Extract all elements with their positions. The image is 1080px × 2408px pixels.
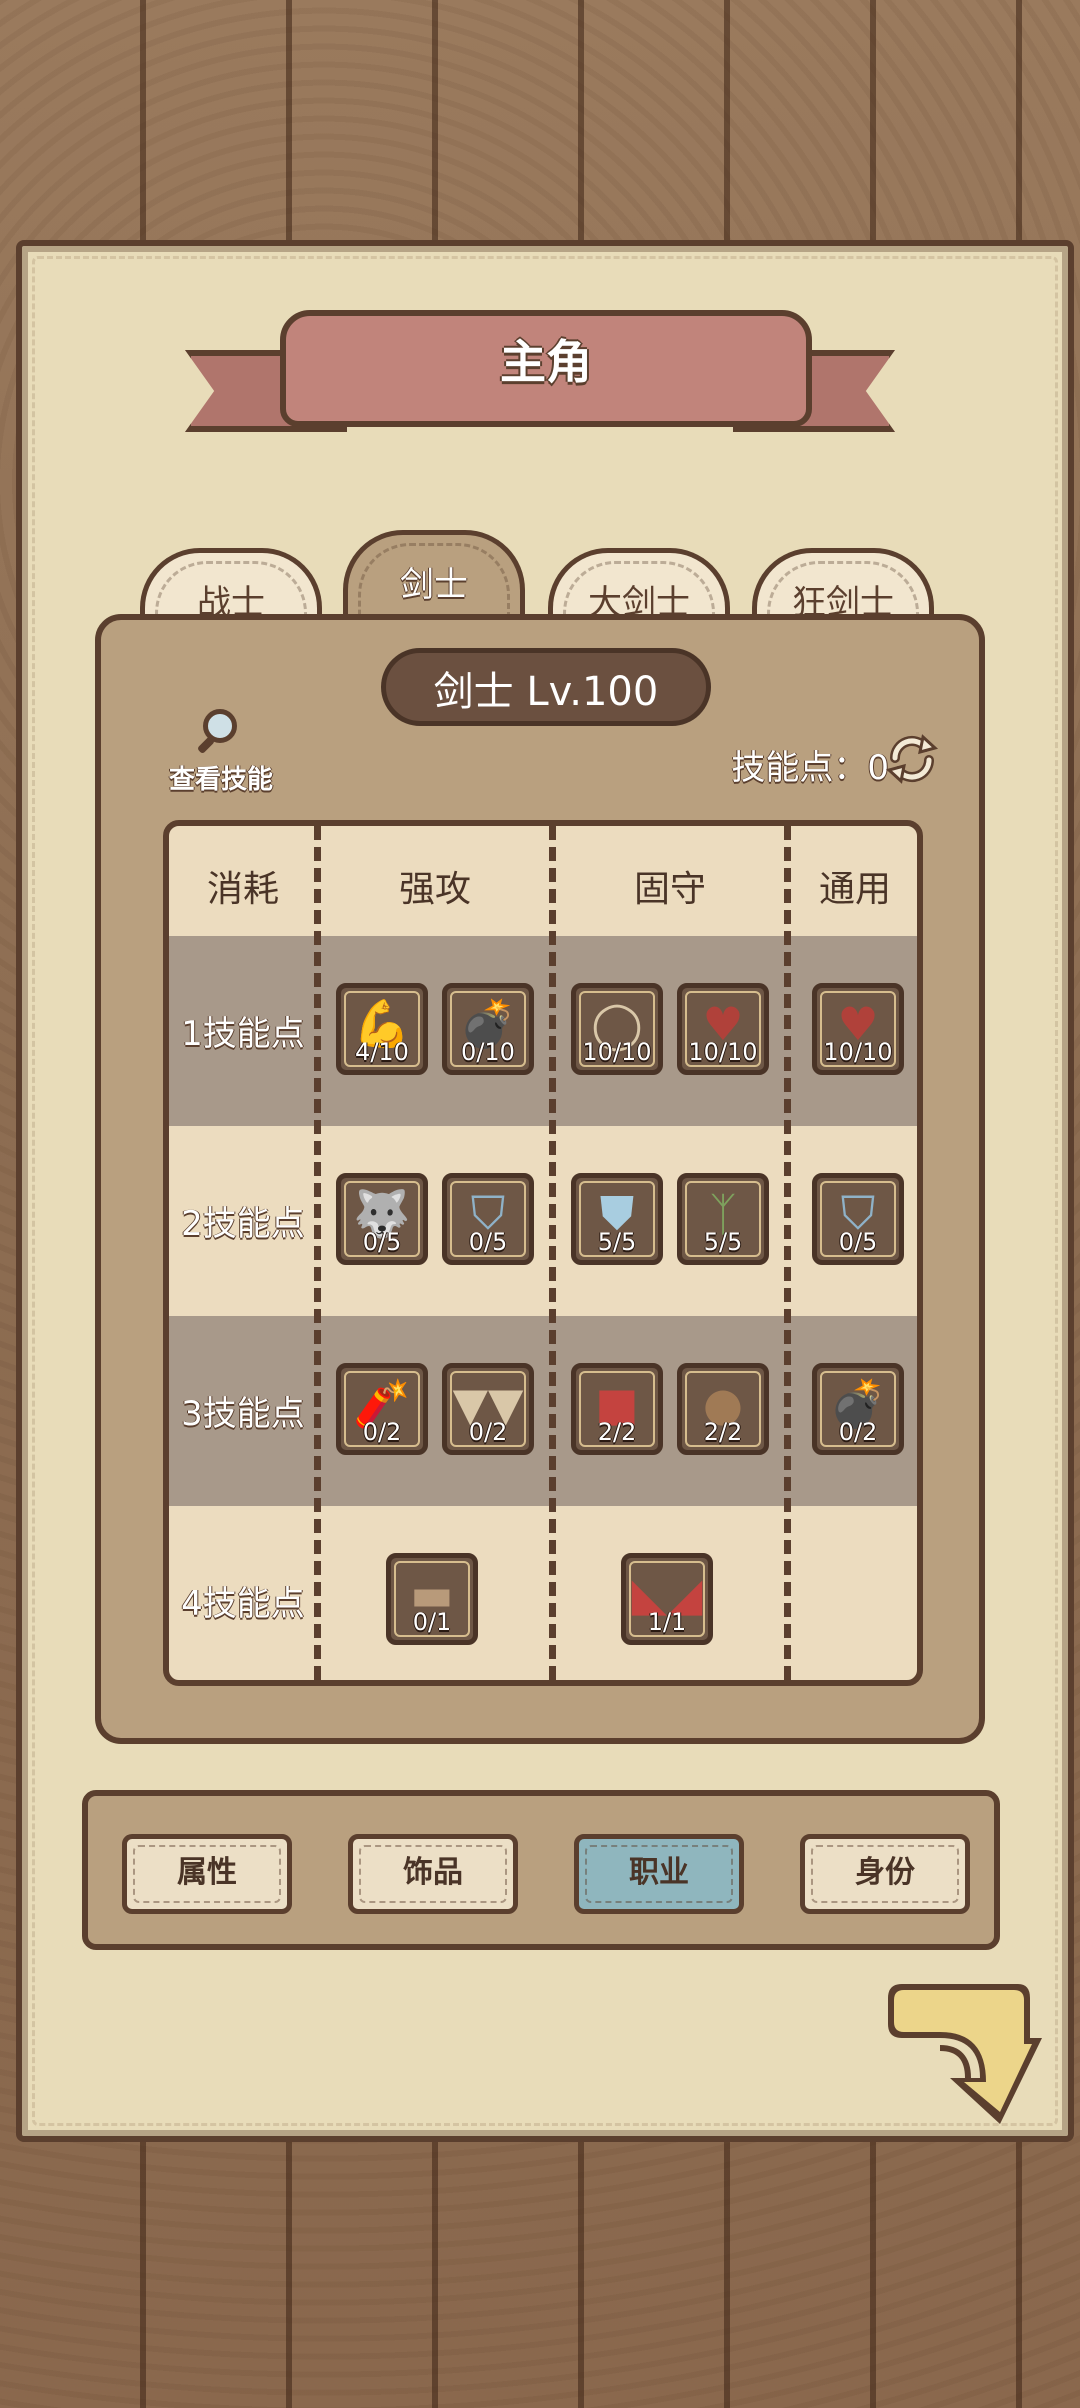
skill-points: 技能点：0 bbox=[731, 748, 889, 788]
skill-slot[interactable]: 💣 0/2 bbox=[812, 1363, 904, 1455]
view-skills-label: 查看技能 bbox=[168, 765, 273, 795]
column-divider bbox=[549, 826, 556, 1680]
skill-slot[interactable]: ♥ 10/10 bbox=[677, 983, 769, 1075]
row-label-3: 3技能点 bbox=[181, 1394, 305, 1434]
refresh-icon[interactable] bbox=[885, 732, 939, 786]
back-arrow-icon[interactable] bbox=[880, 1978, 1050, 2128]
skill-slot[interactable]: 🐺 0/5 bbox=[336, 1173, 428, 1265]
header-defense: 固守 bbox=[633, 869, 706, 910]
skill-slot[interactable]: ⛉ 0/5 bbox=[442, 1173, 534, 1265]
skill-slot[interactable]: ⛊ 5/5 bbox=[571, 1173, 663, 1265]
nav-identity-button[interactable]: 身份 bbox=[800, 1834, 970, 1914]
column-divider bbox=[314, 826, 321, 1680]
skill-slot[interactable]: ♥ 10/10 bbox=[812, 983, 904, 1075]
skill-slot[interactable]: ᛉ 5/5 bbox=[677, 1173, 769, 1265]
row-label-2: 2技能点 bbox=[181, 1204, 305, 1244]
nav-class-button[interactable]: 职业 bbox=[574, 1834, 744, 1914]
column-divider bbox=[784, 826, 791, 1680]
skill-slot[interactable]: ⛉ 0/5 bbox=[812, 1173, 904, 1265]
title-ribbon: 主角 bbox=[185, 300, 895, 440]
header-general: 通用 bbox=[818, 869, 891, 910]
skill-slot[interactable]: 💪 4/10 bbox=[336, 983, 428, 1075]
nav-attributes-button[interactable]: 属性 bbox=[122, 1834, 292, 1914]
skill-grid: 消耗 强攻 固守 通用 1技能点 2技能点 3技能点 4技能点 💪 4/10 💣… bbox=[163, 820, 923, 1686]
page-title: 主角 bbox=[500, 335, 592, 389]
header-cost: 消耗 bbox=[206, 869, 279, 910]
class-level-badge: 剑士 Lv.100 bbox=[381, 648, 711, 726]
view-skills-button[interactable]: 查看技能 bbox=[156, 705, 286, 796]
skill-slot[interactable]: ■ 2/2 bbox=[571, 1363, 663, 1455]
row-label-4: 4技能点 bbox=[181, 1584, 305, 1624]
row-label-1: 1技能点 bbox=[181, 1014, 305, 1054]
skill-slot[interactable]: 🧨 0/2 bbox=[336, 1363, 428, 1455]
skill-slot[interactable]: ▬ 0/1 bbox=[386, 1553, 478, 1645]
skill-panel: 剑士 Lv.100 查看技能 技能点：0 消耗 强攻 固守 通用 1技能点 2技… bbox=[95, 614, 985, 1744]
nav-accessories-button[interactable]: 饰品 bbox=[348, 1834, 518, 1914]
skill-slot[interactable]: ● 2/2 bbox=[677, 1363, 769, 1455]
skill-slot[interactable]: ◣◢ 1/1 bbox=[621, 1553, 713, 1645]
skill-slot[interactable]: ▼▼ 0/2 bbox=[442, 1363, 534, 1455]
header-attack: 强攻 bbox=[398, 869, 471, 910]
skill-slot[interactable]: ◯ 10/10 bbox=[571, 983, 663, 1075]
bottom-nav: 属性 饰品 职业 身份 bbox=[82, 1790, 1000, 1950]
magnifier-icon bbox=[195, 705, 247, 757]
skill-slot[interactable]: 💣 0/10 bbox=[442, 983, 534, 1075]
